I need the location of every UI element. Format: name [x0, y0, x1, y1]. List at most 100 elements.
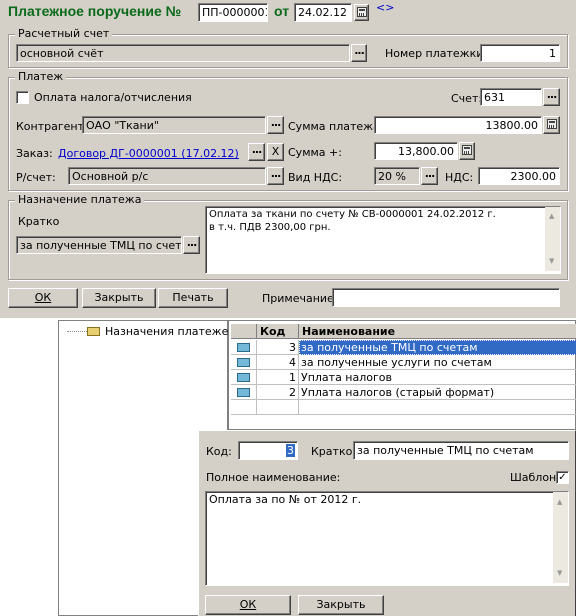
- full-name-scrollbar[interactable]: ▲ ▼: [553, 492, 568, 583]
- table-row[interactable]: 1 Уплата налогов: [231, 370, 576, 385]
- grid-cell-code: 3: [257, 340, 299, 355]
- calculator-icon: [462, 145, 472, 155]
- ledger-account-select-button[interactable]: ...: [543, 88, 560, 106]
- tree-root-item[interactable]: Назначения платежей: [105, 325, 235, 338]
- table-row[interactable]: 4 за полученные услуги по счетам: [231, 355, 576, 370]
- full-name-text-area[interactable]: Оплата за по № от 2012 г. ▲ ▼: [205, 491, 569, 586]
- editor-close-label: Закрыть: [316, 598, 366, 611]
- sum-plus-label: Сумма +:: [288, 146, 342, 159]
- full-name-label: Полное наименование:: [206, 471, 341, 484]
- payment-sum-label: Сумма платежа:: [288, 120, 384, 133]
- contractor-label: Контрагент:: [16, 120, 88, 133]
- tax-checkbox[interactable]: [16, 91, 29, 104]
- grid-header-icon-col: [231, 324, 257, 339]
- folder-icon: [237, 373, 250, 382]
- full-name-text: Оплата за по № от 2012 г.: [209, 493, 362, 506]
- bank-account-field[interactable]: Основной р/с: [68, 167, 266, 185]
- contractor-field[interactable]: ОАО "Ткани": [82, 116, 266, 134]
- tax-checkbox-label: Оплата налога/отчисления: [34, 91, 192, 104]
- purpose-scrollbar[interactable]: ▲ ▼: [545, 207, 560, 271]
- bank-account-label: Р/счет:: [16, 171, 56, 184]
- grid-cell-name: за полученные услуги по счетам: [299, 355, 576, 370]
- order-number-field[interactable]: ПП-0000001: [198, 3, 268, 22]
- calendar-button[interactable]: [354, 4, 369, 21]
- calendar-icon: [356, 7, 367, 17]
- ok-button[interactable]: ОК: [8, 288, 78, 308]
- purpose-text-line-2: в т.ч. ПДВ 2300,00 грн.: [209, 222, 331, 233]
- ledger-account-field[interactable]: 631: [480, 88, 542, 106]
- grid-header-name[interactable]: Наименование: [299, 324, 576, 339]
- grid-header-code[interactable]: Код: [257, 324, 299, 339]
- folder-icon: [237, 343, 250, 352]
- code-label: Код:: [206, 445, 232, 458]
- purpose-group-legend: Назначение платежа: [15, 193, 145, 206]
- short-name-field[interactable]: за полученные ТМЦ по счетам: [353, 441, 569, 460]
- purpose-text-line-1: Оплата за ткани по счету № СВ-0000001 24…: [209, 209, 496, 220]
- folder-icon: [237, 358, 250, 367]
- sum-calculator-button[interactable]: [543, 116, 560, 134]
- contractor-select-button[interactable]: ...: [267, 116, 284, 134]
- sum-plus-calculator-button[interactable]: [459, 142, 475, 160]
- close-button-label: Закрыть: [94, 291, 144, 304]
- scroll-up-icon[interactable]: ▲: [549, 210, 554, 223]
- form-title: Платежное поручение №: [8, 3, 182, 19]
- order-link[interactable]: Договор ДГ-0000001 (17.02.12): [58, 147, 239, 160]
- editor-close-button[interactable]: Закрыть: [298, 595, 384, 615]
- bank-account-select-button[interactable]: ...: [267, 167, 284, 185]
- table-row[interactable]: 3 за полученные ТМЦ по счетам: [231, 340, 576, 355]
- vat-type-label: Вид НДС:: [288, 171, 343, 184]
- date-label: от: [274, 3, 290, 19]
- table-row[interactable]: 2 Уплата налогов (старый формат): [231, 385, 576, 400]
- grid-cell-code: 4: [257, 355, 299, 370]
- sum-plus-field[interactable]: 13,800.00: [374, 142, 458, 160]
- note-field[interactable]: [332, 288, 560, 307]
- scroll-down-icon[interactable]: ▼: [557, 566, 562, 580]
- grid-cell-name: Уплата налогов (старый формат): [299, 385, 576, 400]
- payment-sum-field[interactable]: 13800.00: [374, 116, 542, 134]
- scroll-up-icon[interactable]: ▲: [557, 495, 562, 509]
- template-checkbox[interactable]: ✓: [556, 471, 569, 484]
- grid-cell-code: 2: [257, 385, 299, 400]
- payment-number-label: Номер платежки:: [385, 47, 488, 60]
- vat-type-select-button[interactable]: ...: [421, 167, 438, 185]
- table-row-empty: [231, 400, 576, 415]
- short-purpose-select-button[interactable]: ...: [183, 236, 200, 254]
- grid-cell-code: 1: [257, 370, 299, 385]
- folder-icon: [237, 388, 250, 397]
- navigate-icon[interactable]: <>: [376, 1, 394, 14]
- ok-button-label: ОК: [34, 291, 52, 304]
- order-select-button[interactable]: ...: [248, 143, 265, 161]
- vat-label: НДС:: [445, 171, 474, 184]
- payment-number-field[interactable]: 1: [480, 44, 560, 62]
- calculator-icon: [546, 119, 557, 129]
- template-label: Шаблон: [510, 471, 557, 484]
- account-group-legend: Расчетный счет: [15, 27, 113, 40]
- close-button[interactable]: Закрыть: [82, 288, 156, 308]
- order-clear-button[interactable]: X: [267, 143, 284, 161]
- tree-connector: [67, 331, 89, 332]
- editor-ok-button[interactable]: ОК: [205, 595, 291, 615]
- scroll-down-icon[interactable]: ▼: [549, 255, 554, 268]
- vat-field[interactable]: 2300.00: [478, 167, 560, 185]
- vat-type-field[interactable]: 20 %: [374, 167, 420, 185]
- date-field[interactable]: 24.02.12: [294, 3, 352, 22]
- print-button[interactable]: Печать: [158, 288, 228, 308]
- short-name-label: Кратко:: [311, 445, 357, 458]
- short-purpose-field[interactable]: за полученные ТМЦ по счетам: [16, 236, 182, 254]
- print-button-label: Печать: [172, 291, 214, 304]
- folder-icon: [87, 327, 100, 336]
- purpose-editor-dialog: Код: 3 Кратко: за полученные ТМЦ по счет…: [198, 430, 576, 616]
- note-label: Примечание:: [262, 292, 338, 305]
- account-field[interactable]: основной счёт: [16, 44, 350, 62]
- payment-order-window: Платежное поручение № ПП-0000001 от 24.0…: [0, 0, 576, 318]
- code-field[interactable]: 3: [238, 441, 298, 460]
- ledger-account-label: Счет:: [451, 92, 483, 105]
- account-select-button[interactable]: ...: [351, 44, 367, 62]
- short-purpose-label: Кратко: [18, 215, 60, 228]
- purpose-grid[interactable]: Код Наименование 3 за полученные ТМЦ по …: [228, 320, 576, 430]
- grid-cell-name: Уплата налогов: [299, 370, 576, 385]
- code-value: 3: [286, 444, 295, 457]
- purpose-text-area[interactable]: Оплата за ткани по счету № СВ-0000001 24…: [205, 206, 561, 274]
- editor-ok-label: ОК: [239, 598, 257, 611]
- grid-cell-name: за полученные ТМЦ по счетам: [299, 340, 576, 355]
